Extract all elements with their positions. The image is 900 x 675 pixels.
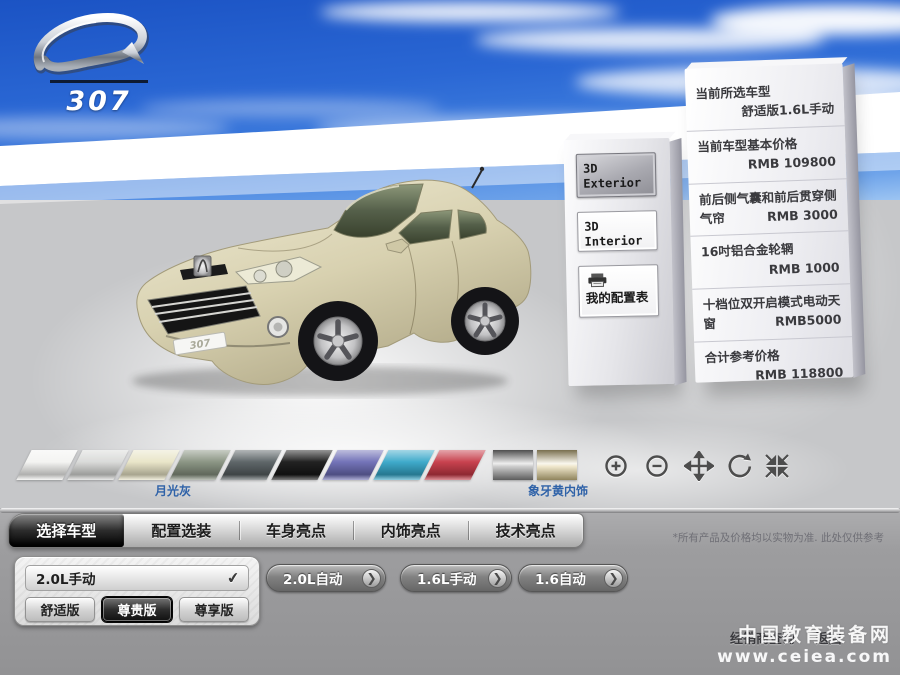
disclaimer-text: *所有产品及价格均以实物为准. 此处仅供参考: [673, 530, 884, 545]
interior-swatch-grey[interactable]: [493, 450, 533, 480]
tab-body-highlights[interactable]: 车身亮点: [239, 514, 354, 547]
tab-interior-highlights[interactable]: 内饰亮点: [353, 514, 468, 547]
rotate-icon[interactable]: [723, 451, 755, 483]
watermark-url: www.ceiea.com: [622, 647, 892, 667]
tab-options[interactable]: 配置选装: [124, 514, 239, 547]
price-row: 前后侧气囊和前后贯穿侧气帘 RMB 3000: [689, 178, 849, 236]
trim-comfort-button[interactable]: 舒适版: [25, 597, 95, 622]
footer-links: 经销商查询 返回: [730, 628, 858, 647]
price-row: 16吋铝合金轮辋 RMB 1000: [690, 230, 850, 288]
brand-logo: 307: [20, 6, 170, 116]
variant-16l-manual-button[interactable]: 1.6L手动 ❯: [400, 564, 512, 592]
printer-icon: [587, 273, 607, 287]
engine-trim-panel: 2.0L手动 ✔ 舒适版 尊贵版 尊享版: [14, 556, 260, 626]
rear-wheel: [451, 287, 519, 355]
variant-16-auto-button[interactable]: 1.6自动 ❯: [518, 564, 628, 592]
selected-color-label: 月光灰: [141, 482, 205, 499]
model-name: 307: [54, 86, 144, 117]
collapse-icon[interactable]: [761, 451, 793, 483]
selected-interior-label: 象牙黄内饰: [508, 482, 608, 499]
tab-tech-highlights[interactable]: 技术亮点: [468, 514, 583, 547]
tab-bar: 选择车型 配置选装 车身亮点 内饰亮点 技术亮点: [8, 513, 584, 548]
panel-front-face: 3D Exterior 3D Interior 我的配置表: [563, 138, 674, 386]
tab-select-model[interactable]: 选择车型: [9, 514, 124, 547]
3d-interior-button[interactable]: 3D Interior: [577, 210, 658, 252]
viewer-mode-panel: 3D Exterior 3D Interior 我的配置表: [563, 138, 674, 386]
price-row: 十档位双开启模式电动天窗 RMB5000: [692, 283, 852, 341]
trim-premium-button[interactable]: 尊贵版: [102, 597, 172, 622]
color-swatch-red[interactable]: [424, 450, 485, 480]
interior-swatch-ivory[interactable]: [537, 450, 577, 480]
back-link[interactable]: 返回: [816, 632, 842, 647]
pan-icon[interactable]: [683, 451, 715, 483]
my-config-label: 我的配置表: [586, 289, 649, 305]
engine-dropdown-value: 2.0L手动: [36, 568, 227, 588]
chevron-right-icon: ❯: [488, 569, 507, 588]
zoom-out-icon[interactable]: [641, 451, 673, 483]
front-wheel: [298, 301, 378, 381]
chevron-right-icon: ❯: [362, 569, 381, 588]
engine-dropdown[interactable]: 2.0L手动 ✔: [25, 565, 249, 591]
bottom-panel: 选择车型 配置选装 车身亮点 内饰亮点 技术亮点 *所有产品及价格均以实物为准.…: [0, 508, 900, 675]
car-image: 307: [88, 150, 538, 420]
logo-underline: [50, 80, 148, 83]
car-configurator-screen: 307: [0, 0, 900, 675]
pricing-panel: 当前所选车型 舒适版1.6L手动 当前车型基本价格 RMB 109800 前后侧…: [685, 63, 854, 382]
price-row: 合计参考价格 RMB 118800: [694, 336, 854, 394]
zoom-in-icon[interactable]: [600, 451, 632, 483]
swoosh-icon: [20, 6, 170, 86]
panel-front-face: 当前所选车型 舒适版1.6L手动 当前车型基本价格 RMB 109800 前后侧…: [685, 63, 854, 382]
my-config-button[interactable]: 我的配置表: [578, 264, 659, 318]
trim-buttons: 舒适版 尊贵版 尊享版: [25, 597, 249, 622]
check-icon: ✔: [226, 568, 241, 588]
chevron-right-icon: ❯: [604, 569, 623, 588]
trim-deluxe-button[interactable]: 尊享版: [179, 597, 249, 622]
3d-exterior-button[interactable]: 3D Exterior: [576, 152, 657, 198]
variant-20l-auto-button[interactable]: 2.0L自动 ❯: [266, 564, 386, 592]
dealer-search-link[interactable]: 经销商查询: [730, 632, 795, 647]
price-row: 当前所选车型 舒适版1.6L手动: [685, 73, 845, 130]
price-row: 当前车型基本价格 RMB 109800: [687, 125, 847, 183]
